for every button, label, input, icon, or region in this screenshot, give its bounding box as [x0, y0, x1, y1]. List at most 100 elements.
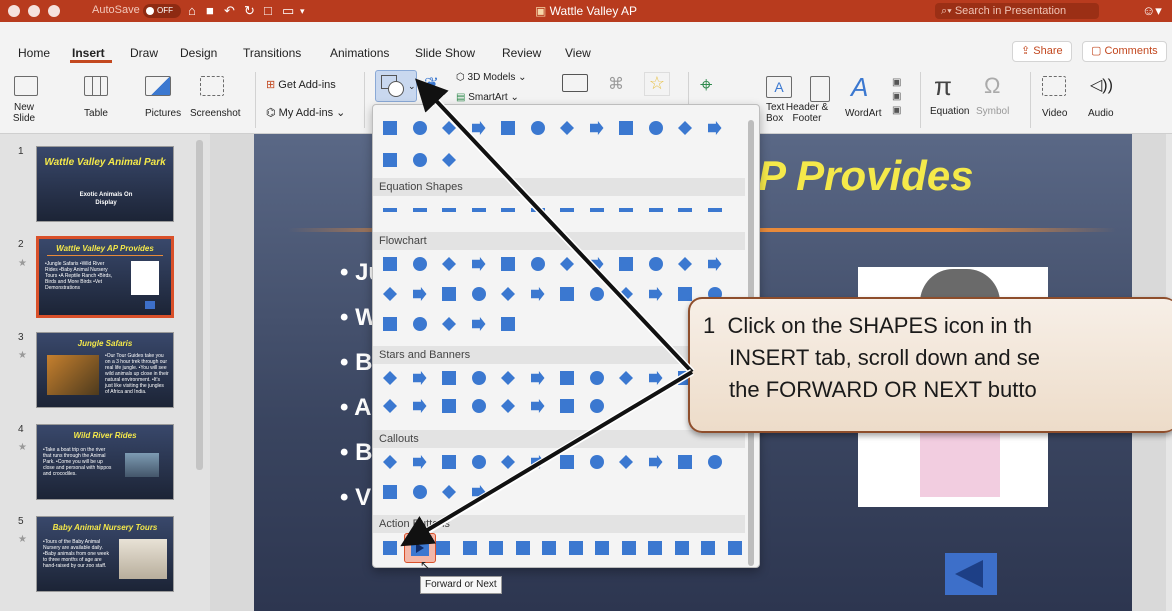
- comment-add-icon[interactable]: ⌖: [700, 72, 712, 98]
- tab-review[interactable]: Review: [502, 46, 541, 60]
- shape-option[interactable]: [462, 541, 477, 555]
- screenshot-button[interactable]: Screenshot: [190, 76, 241, 119]
- shape-option[interactable]: [678, 287, 692, 301]
- shape-option[interactable]: [383, 317, 397, 331]
- shape-option[interactable]: [442, 317, 456, 331]
- tab-design[interactable]: Design: [180, 46, 217, 60]
- shape-option[interactable]: [530, 371, 545, 385]
- 3d-models-button[interactable]: ⬡ 3D Models ⌄: [456, 72, 527, 83]
- account-smiley-icon[interactable]: ☺▾: [1142, 3, 1162, 19]
- shape-option[interactable]: [383, 399, 397, 413]
- share-button[interactable]: ⇪ Share: [1012, 41, 1072, 62]
- shape-option[interactable]: [648, 287, 663, 301]
- shape-option[interactable]: [701, 541, 715, 555]
- header-footer-button[interactable]: Header & Footer: [784, 76, 830, 124]
- shape-option[interactable]: [530, 455, 545, 469]
- shape-option[interactable]: [595, 541, 609, 555]
- shape-option[interactable]: [560, 208, 574, 212]
- shape-option[interactable]: [707, 208, 722, 212]
- shape-option[interactable]: [674, 541, 689, 555]
- slide-thumbnail-2[interactable]: Wattle Valley AP Provides •Jungle Safari…: [36, 236, 174, 318]
- smartart-button[interactable]: ▤ SmartArt ⌄: [456, 92, 519, 103]
- get-addins-button[interactable]: ⊞ Get Add-ins: [266, 78, 336, 91]
- slide-bullet[interactable]: • B: [340, 439, 372, 467]
- shape-option[interactable]: [619, 287, 633, 301]
- shape-option[interactable]: [619, 257, 633, 271]
- shape-option[interactable]: [383, 153, 397, 167]
- shape-option[interactable]: [589, 257, 604, 271]
- shape-option[interactable]: [442, 371, 456, 385]
- shape-option[interactable]: [678, 208, 692, 212]
- slide-thumbnail-5[interactable]: Baby Animal Nursery Tours •Tours of the …: [36, 516, 174, 592]
- my-addins-button[interactable]: ⌬ My Add-ins ⌄: [266, 106, 345, 119]
- shape-option[interactable]: [589, 371, 604, 385]
- shape-option[interactable]: [727, 541, 742, 555]
- shape-option[interactable]: [515, 541, 530, 555]
- shape-option[interactable]: [412, 153, 427, 167]
- shape-option[interactable]: [648, 455, 663, 469]
- shape-option[interactable]: [619, 121, 633, 135]
- shape-option[interactable]: [678, 121, 692, 135]
- shape-option[interactable]: [383, 287, 397, 301]
- symbol-button[interactable]: Ω Symbol: [976, 72, 1009, 117]
- shape-option[interactable]: [442, 257, 456, 271]
- shape-option[interactable]: [383, 455, 397, 469]
- slide-bullet[interactable]: • V: [340, 484, 371, 512]
- tab-transitions[interactable]: Transitions: [243, 46, 301, 60]
- shape-option[interactable]: [560, 455, 574, 469]
- shape-option[interactable]: [412, 485, 427, 499]
- comments-button[interactable]: ▢ Comments: [1082, 41, 1167, 62]
- link-icon[interactable]: ⌘: [608, 74, 624, 94]
- bookmark-star-icon[interactable]: ☆: [644, 72, 670, 96]
- shape-option[interactable]: [560, 257, 574, 271]
- shape-option[interactable]: [589, 287, 604, 301]
- shape-option[interactable]: [383, 371, 397, 385]
- tab-draw[interactable]: Draw: [130, 46, 158, 60]
- shape-option[interactable]: [707, 257, 722, 271]
- shape-option[interactable]: [589, 455, 604, 469]
- shape-option[interactable]: [589, 399, 604, 413]
- date-slide-number-icons[interactable]: ▣ ▣ ▣: [892, 76, 906, 120]
- table-button[interactable]: Table: [84, 76, 108, 119]
- shape-option[interactable]: [619, 371, 633, 385]
- shape-option[interactable]: [471, 485, 486, 499]
- shape-option[interactable]: [619, 455, 633, 469]
- shape-option[interactable]: [501, 455, 515, 469]
- video-button[interactable]: Video: [1042, 76, 1067, 119]
- tab-view[interactable]: View: [565, 46, 591, 60]
- shape-option[interactable]: [501, 208, 515, 212]
- shape-option[interactable]: [501, 257, 515, 271]
- chart-icon[interactable]: [562, 74, 588, 92]
- shape-option[interactable]: [412, 455, 427, 469]
- shape-option[interactable]: [471, 121, 486, 135]
- shape-option[interactable]: [471, 455, 486, 469]
- shape-option[interactable]: [648, 371, 663, 385]
- tab-animations[interactable]: Animations: [330, 46, 389, 60]
- shape-option[interactable]: [383, 121, 397, 135]
- shape-option[interactable]: [412, 208, 427, 212]
- shape-option[interactable]: [621, 541, 636, 555]
- shape-option[interactable]: [471, 208, 486, 212]
- shape-option[interactable]: [412, 121, 427, 135]
- shape-option[interactable]: [442, 287, 456, 301]
- shape-option[interactable]: [648, 121, 663, 135]
- shape-option[interactable]: [442, 121, 456, 135]
- shape-option[interactable]: [560, 287, 574, 301]
- equation-button[interactable]: π Equation: [930, 72, 969, 117]
- shape-option[interactable]: [648, 257, 663, 271]
- shape-option[interactable]: [383, 485, 397, 499]
- shape-option[interactable]: [530, 121, 545, 135]
- slide-bullet[interactable]: • B: [340, 349, 372, 377]
- shape-option[interactable]: [471, 371, 486, 385]
- tab-slide-show[interactable]: Slide Show: [415, 46, 475, 60]
- audio-button[interactable]: ◁)) Audio: [1088, 76, 1114, 119]
- wordart-button[interactable]: A WordArt: [845, 74, 882, 119]
- shape-option[interactable]: [501, 287, 515, 301]
- shape-option[interactable]: [442, 399, 456, 413]
- shape-option[interactable]: [412, 257, 427, 271]
- shape-option[interactable]: [383, 541, 397, 555]
- shape-option[interactable]: [471, 317, 486, 331]
- shape-option[interactable]: [471, 287, 486, 301]
- shape-option[interactable]: [436, 541, 450, 555]
- shape-option[interactable]: [589, 121, 604, 135]
